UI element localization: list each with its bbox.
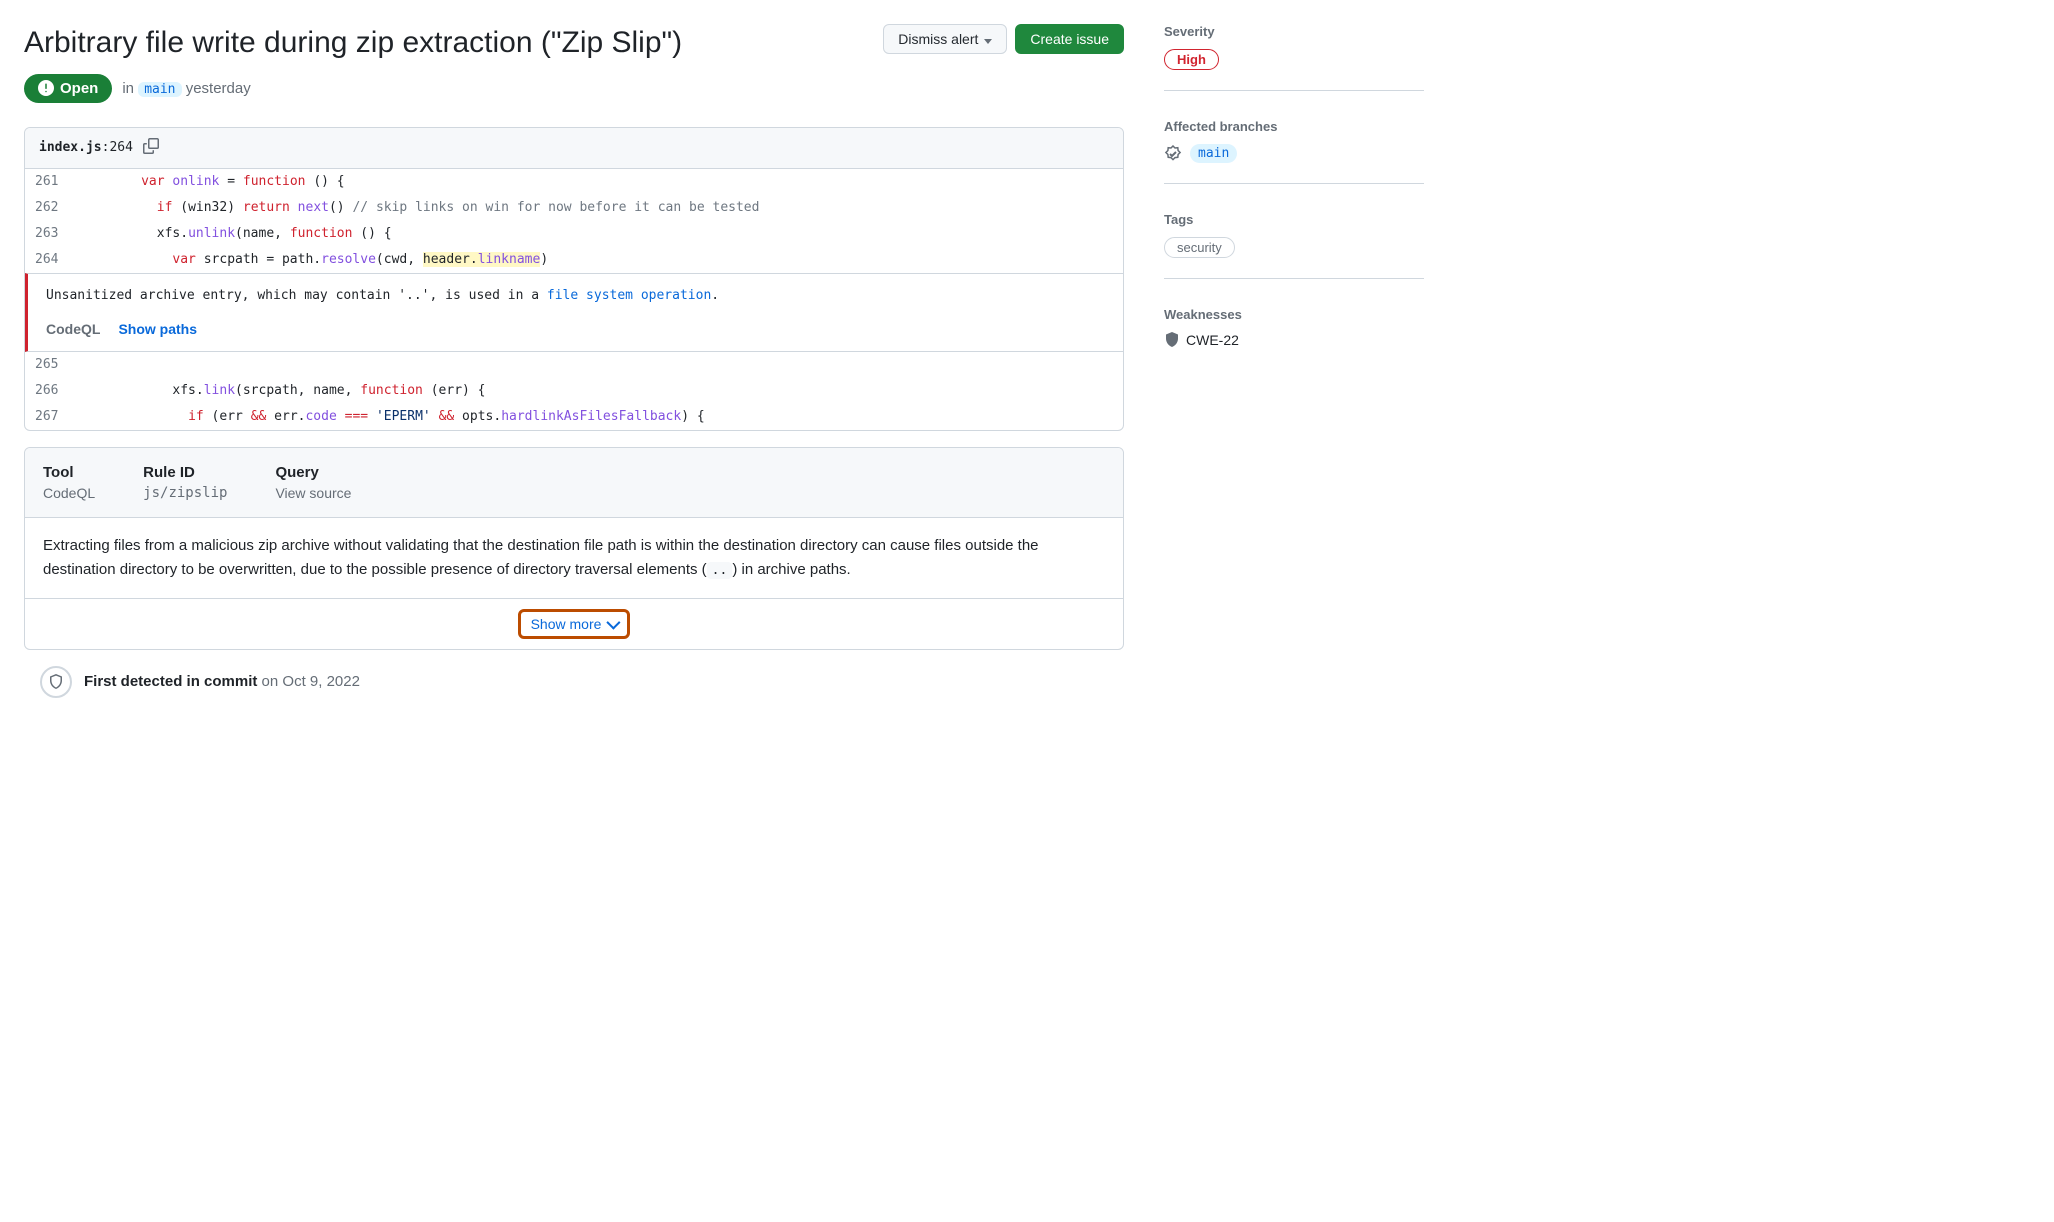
status-time: yesterday: [186, 80, 251, 97]
show-more-button[interactable]: Show more: [518, 609, 631, 639]
status-row: Open in main yesterday: [24, 74, 1124, 103]
dismiss-alert-label: Dismiss alert: [898, 31, 978, 47]
alert-message: Unsanitized archive entry, which may con…: [46, 288, 1105, 303]
meta-value: CodeQL: [43, 485, 95, 501]
severity-badge: High: [1164, 49, 1219, 70]
branch-name: main: [1190, 144, 1237, 163]
caret-down-icon: [982, 31, 992, 47]
weakness-item[interactable]: CWE-22: [1164, 332, 1424, 348]
code-header: index.js:264: [25, 128, 1123, 169]
meta-panel: Tool CodeQL Rule ID js/zipslip Query View sou…: [24, 447, 1124, 650]
weaknesses-label: Weaknesses: [1164, 307, 1424, 322]
show-paths-link[interactable]: Show paths: [118, 321, 197, 337]
branch-item[interactable]: main: [1164, 144, 1424, 163]
code-line: 264 var srcpath = path.resolve(cwd, head…: [25, 247, 1123, 273]
line-number: 261: [25, 169, 68, 195]
line-number: 264: [25, 247, 68, 273]
alert-title: Arbitrary file write during zip extracti…: [24, 24, 682, 62]
line-number: 267: [25, 404, 68, 430]
line-number: 265: [25, 352, 68, 378]
code-line: 261 var onlink = function () {: [25, 169, 1123, 195]
copy-icon[interactable]: [143, 138, 159, 158]
timeline-item: First detected in commit on Oct 9, 2022: [24, 658, 1124, 698]
meta-label: Rule ID: [143, 464, 227, 481]
severity-label: Severity: [1164, 24, 1424, 39]
create-issue-button[interactable]: Create issue: [1015, 24, 1124, 54]
meta-label: Query: [275, 464, 351, 481]
line-content: if (err && err.code === 'EPERM' && opts.…: [68, 404, 1123, 430]
alert-circle-icon: [38, 80, 54, 96]
meta-column: Tool CodeQL: [43, 464, 95, 501]
code-line-number: 264: [109, 140, 132, 155]
timeline-date: on Oct 9, 2022: [262, 673, 360, 690]
line-content: [68, 352, 1123, 378]
alert-tool-label: CodeQL: [46, 321, 100, 337]
status-state: Open: [60, 80, 98, 97]
meta-label: Tool: [43, 464, 95, 481]
meta-value: js/zipslip: [143, 485, 227, 501]
line-number: 263: [25, 221, 68, 247]
line-content: xfs.unlink(name, function () {: [68, 221, 1123, 247]
code-line: 262 if (win32) return next() // skip lin…: [25, 195, 1123, 221]
code-line: 266 xfs.link(srcpath, name, function (er…: [25, 378, 1123, 404]
status-text: in main yesterday: [122, 80, 250, 97]
tags-label: Tags: [1164, 212, 1424, 227]
status-badge: Open: [24, 74, 112, 103]
alert-description: Extracting files from a malicious zip ar…: [25, 518, 1123, 598]
line-content: xfs.link(srcpath, name, function (err) {: [68, 378, 1123, 404]
code-panel: index.js:264 261 var onlink = function (…: [24, 127, 1124, 431]
dismiss-alert-button[interactable]: Dismiss alert: [883, 24, 1007, 54]
shield-icon: [40, 666, 72, 698]
meta-column: Rule ID js/zipslip: [143, 464, 227, 501]
alert-link[interactable]: file system operation: [547, 288, 711, 303]
code-line: 263 xfs.unlink(name, function () {: [25, 221, 1123, 247]
code-line: 265: [25, 352, 1123, 378]
tag-chip[interactable]: security: [1164, 237, 1235, 258]
verified-icon: [1164, 145, 1182, 163]
line-content: if (win32) return next() // skip links o…: [68, 195, 1123, 221]
code-filename[interactable]: index.js: [39, 140, 102, 155]
shield-icon: [1164, 332, 1180, 348]
line-number: 266: [25, 378, 68, 404]
line-number: 262: [25, 195, 68, 221]
meta-column: Query View source: [275, 464, 351, 501]
alert-block: Unsanitized archive entry, which may con…: [25, 273, 1123, 352]
timeline-label: First detected in commit: [84, 673, 257, 690]
affected-branches-label: Affected branches: [1164, 119, 1424, 134]
code-line: 267 if (err && err.code === 'EPERM' && o…: [25, 404, 1123, 430]
line-content: var srcpath = path.resolve(cwd, header.l…: [68, 247, 1123, 273]
meta-value[interactable]: View source: [275, 485, 351, 501]
status-branch[interactable]: main: [138, 82, 181, 97]
line-content: var onlink = function () {: [68, 169, 1123, 195]
